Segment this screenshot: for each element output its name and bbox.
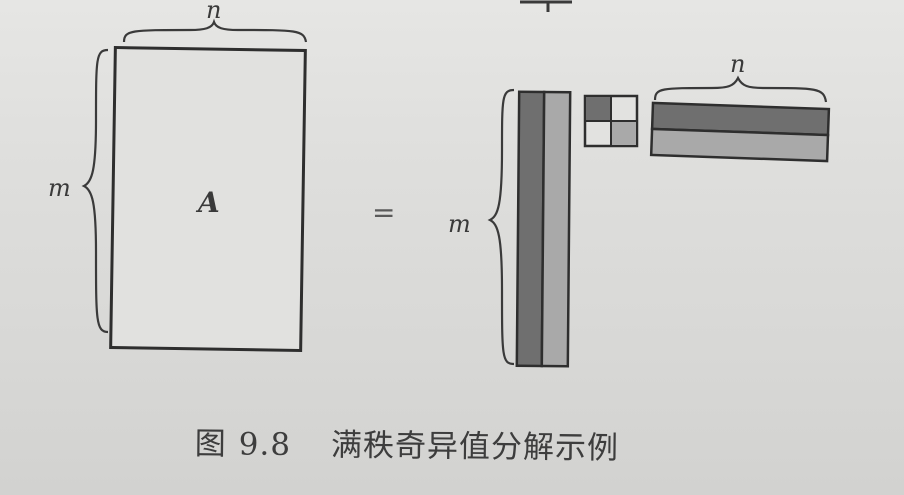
u-matrix bbox=[515, 90, 572, 368]
matrix-a-label: A bbox=[195, 186, 220, 219]
right-brace-m bbox=[487, 88, 515, 366]
caption-number: 9.8 bbox=[238, 426, 292, 464]
figure-caption: 图 9.8 满秩奇异值分解示例 bbox=[195, 418, 620, 467]
right-brace-m-label: m bbox=[448, 210, 471, 238]
right-top-brace-n-label: n bbox=[730, 50, 745, 78]
u-column-dark bbox=[515, 90, 546, 368]
sigma-cell-22 bbox=[610, 120, 638, 147]
top-brace-n-label: n bbox=[206, 0, 221, 24]
cutoff-glyph bbox=[520, 0, 572, 12]
top-brace-n bbox=[122, 18, 308, 43]
sigma-cell-11 bbox=[584, 95, 612, 122]
caption-text: 满秩奇异值分解示例 bbox=[330, 427, 620, 467]
sigma-matrix bbox=[583, 94, 639, 148]
left-brace-m bbox=[81, 48, 109, 334]
vt-row-light bbox=[649, 127, 830, 163]
u-column-light bbox=[540, 90, 572, 368]
left-brace-m-label: m bbox=[48, 174, 71, 202]
page: A n m = m n 图 9.8 满秩奇异值分解示例 bbox=[0, 0, 904, 495]
caption-prefix: 图 bbox=[194, 425, 227, 463]
right-top-brace-n bbox=[653, 75, 828, 103]
equals-sign: = bbox=[372, 196, 395, 229]
vt-matrix bbox=[649, 101, 831, 163]
